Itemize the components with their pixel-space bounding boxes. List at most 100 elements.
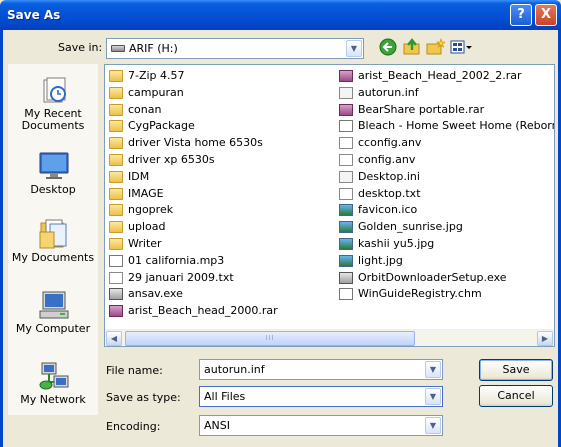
folder-icon <box>109 120 123 133</box>
save-in-dropdown[interactable]: ARIF (H:) ▼ <box>106 38 364 59</box>
file-item[interactable]: arist_Beach_Head_2002_2.rar <box>337 68 554 85</box>
chevron-down-icon[interactable]: ▼ <box>425 388 441 405</box>
folder-item[interactable]: Writer <box>107 236 335 253</box>
folder-item[interactable]: 7-Zip 4.57 <box>107 68 335 85</box>
encoding-label: Encoding: <box>106 420 161 433</box>
scroll-left-icon[interactable]: ◀ <box>106 331 122 346</box>
title-bar[interactable]: Save As ? X <box>0 0 561 30</box>
ini-file-icon <box>339 86 353 99</box>
folder-icon <box>109 204 123 217</box>
file-name: 29 januari 2009.txt <box>128 270 234 284</box>
file-column-1: 7-Zip 4.57 campuran conan CygPackage driver … <box>107 68 335 320</box>
desktop-icon <box>38 150 70 182</box>
file-item[interactable]: config.anv <box>337 152 554 169</box>
new-folder-icon[interactable] <box>425 38 446 58</box>
img-file-icon <box>339 237 353 250</box>
file-item[interactable]: desktop.txt <box>337 186 554 203</box>
file-item[interactable]: BearShare portable.rar <box>337 102 554 119</box>
exe-file-icon <box>339 271 353 284</box>
file-item[interactable]: 29 januari 2009.txt <box>107 270 335 287</box>
views-menu-icon[interactable] <box>449 38 473 58</box>
file-item[interactable]: favicon.ico <box>337 202 554 219</box>
file-item[interactable]: OrbitDownloaderSetup.exe <box>337 270 554 287</box>
save-button[interactable]: Save <box>479 359 553 381</box>
folder-item[interactable]: upload <box>107 219 335 236</box>
my-computer-icon <box>38 289 70 321</box>
window-title: Save As <box>7 8 61 22</box>
file-name: campuran <box>128 85 184 99</box>
rar-file-icon <box>109 305 123 318</box>
save-as-type-dropdown[interactable]: All Files ▼ <box>199 386 443 407</box>
scroll-right-icon[interactable]: ▶ <box>537 331 553 346</box>
folder-item[interactable]: conan <box>107 102 335 119</box>
file-item[interactable]: Bleach - Home Sweet Home (Reborn).mp3 <box>337 118 554 135</box>
file-name-field[interactable]: autorun.inf ▼ <box>199 359 443 380</box>
rar-file-icon <box>339 70 353 82</box>
file-name: Writer <box>128 236 162 250</box>
save-in-label: Save in: <box>58 41 103 54</box>
file-name: CygPackage <box>128 119 195 133</box>
file-name: arist_Beach_head_2000.rar <box>128 304 278 318</box>
file-item[interactable]: light.jpg <box>337 253 554 270</box>
place-my-computer[interactable]: My Computer <box>8 285 98 356</box>
file-list[interactable]: 7-Zip 4.57 campuran conan CygPackage driver … <box>104 64 555 347</box>
folder-icon <box>109 86 123 99</box>
folder-icon <box>109 187 123 200</box>
file-item[interactable]: Golden_sunrise.jpg <box>337 219 554 236</box>
scrollbar-thumb[interactable]: III <box>125 331 415 346</box>
place-recent-documents[interactable]: My Recent Documents <box>8 70 98 141</box>
file-item[interactable]: WinGuideRegistry.chm <box>337 286 554 303</box>
place-label-recent: My Recent Documents <box>21 107 85 132</box>
chevron-down-icon[interactable]: ▼ <box>425 361 441 378</box>
txt-file-icon <box>339 153 353 166</box>
exe-file-icon <box>109 288 123 301</box>
folder-item[interactable]: CygPackage <box>107 118 335 135</box>
file-item[interactable]: autorun.inf <box>337 85 554 102</box>
places-bar: My Recent Documents Desktop My Documents… <box>8 64 98 415</box>
close-button[interactable]: X <box>535 4 557 26</box>
file-name: ansav.exe <box>128 287 183 301</box>
file-name: driver Vista home 6530s <box>128 136 263 150</box>
img-file-icon <box>339 221 353 234</box>
folder-item[interactable]: campuran <box>107 85 335 102</box>
file-item[interactable]: 01 california.mp3 <box>107 253 335 270</box>
place-label-my-documents: My Documents <box>11 251 95 264</box>
file-name: WinGuideRegistry.chm <box>358 287 482 301</box>
folder-icon <box>109 137 123 150</box>
file-name: autorun.inf <box>358 85 419 99</box>
folder-item[interactable]: driver xp 6530s <box>107 152 335 169</box>
recent-documents-icon <box>38 74 70 106</box>
place-label-my-computer: My Computer <box>15 322 91 335</box>
encoding-dropdown[interactable]: ANSI ▼ <box>199 415 443 436</box>
up-folder-icon[interactable] <box>402 38 422 58</box>
mp3-file-icon <box>109 254 123 267</box>
place-my-network[interactable]: My Network <box>8 356 98 427</box>
cancel-button[interactable]: Cancel <box>479 385 553 407</box>
file-item[interactable]: ansav.exe <box>107 286 335 303</box>
file-name: driver xp 6530s <box>128 152 215 166</box>
file-name: kashii yu5.jpg <box>358 236 435 250</box>
file-name: desktop.txt <box>358 186 421 200</box>
place-desktop[interactable]: Desktop <box>8 146 98 217</box>
folder-icon <box>109 237 123 250</box>
chevron-down-icon[interactable]: ▼ <box>425 417 441 434</box>
file-item[interactable]: Desktop.ini <box>337 169 554 186</box>
help-button[interactable]: ? <box>510 4 532 26</box>
folder-item[interactable]: driver Vista home 6530s <box>107 135 335 152</box>
txt-file-icon <box>109 271 123 284</box>
save-as-type-label: Save as type: <box>106 391 181 404</box>
file-item[interactable]: arist_Beach_head_2000.rar <box>107 303 335 320</box>
chevron-down-icon[interactable]: ▼ <box>346 40 362 57</box>
file-name: config.anv <box>358 152 416 166</box>
folder-item[interactable]: IMAGE <box>107 186 335 203</box>
file-name-label: File name: <box>106 364 163 377</box>
horizontal-scrollbar[interactable]: ◀ III ▶ <box>105 329 554 346</box>
place-my-documents[interactable]: My Documents <box>8 214 98 285</box>
file-item[interactable]: kashii yu5.jpg <box>337 236 554 253</box>
folder-item[interactable]: ngoprek <box>107 202 335 219</box>
file-item[interactable]: cconfig.anv <box>337 135 554 152</box>
folder-item[interactable]: IDM <box>107 169 335 186</box>
rar-file-icon <box>339 103 353 116</box>
back-arrow-icon[interactable] <box>378 38 398 58</box>
file-name: 7-Zip 4.57 <box>128 69 185 82</box>
